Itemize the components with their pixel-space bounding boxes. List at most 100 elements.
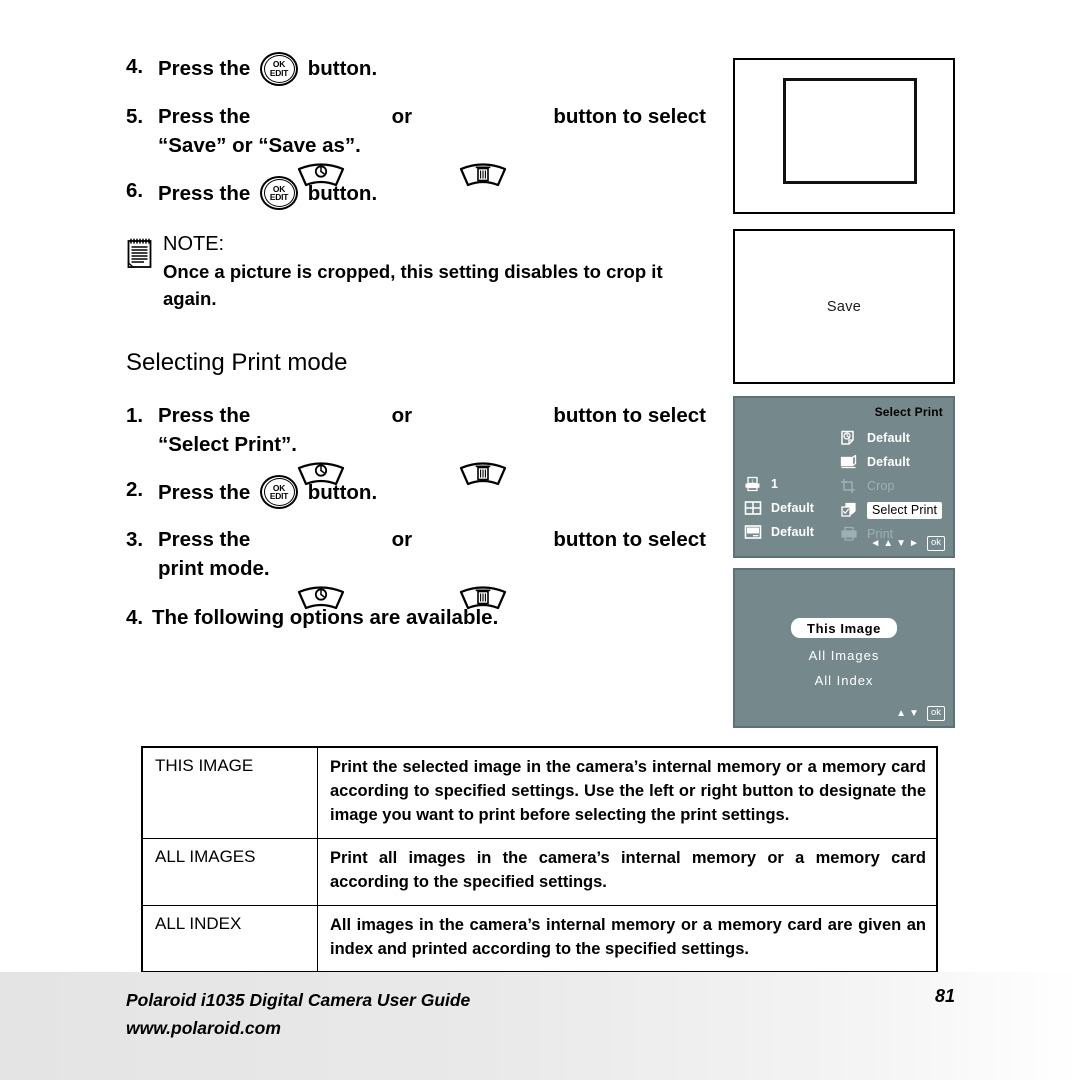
menu-item-label-selected: Select Print bbox=[867, 501, 943, 519]
save-screen: Save bbox=[733, 229, 955, 384]
self-timer-button-icon bbox=[295, 103, 347, 186]
step-text-pre: Press the bbox=[158, 105, 256, 128]
ok-edit-button-icon: OK EDIT bbox=[260, 52, 298, 86]
self-timer-button-icon bbox=[295, 401, 347, 485]
step-text-pre: Press the bbox=[158, 528, 256, 552]
note-body: NOTE: Once a picture is cropped, this se… bbox=[163, 232, 706, 313]
print-mode-option-this-image[interactable]: This Image bbox=[735, 618, 953, 648]
menu-item-label: Crop bbox=[867, 479, 895, 493]
step-body: Press the OK EDIT button. bbox=[158, 52, 706, 86]
step-text-pre: Press the bbox=[158, 181, 256, 205]
nav-ok-badge: ok bbox=[926, 536, 945, 551]
menu-item-paper-size[interactable]: Default bbox=[839, 450, 955, 474]
step-text-post: button to select bbox=[547, 105, 706, 128]
delete-button-icon bbox=[457, 401, 509, 485]
step-body: Press the or bbox=[158, 401, 706, 485]
instructions-column: 4. Press the OK EDIT button. 5. Press th… bbox=[126, 52, 706, 648]
step-text-line2: “Save” or “Save as”. bbox=[158, 134, 361, 158]
nav-up-arrow-icon: ▲ bbox=[896, 707, 907, 719]
menu-title: Select Print bbox=[874, 405, 943, 419]
delete-button-icon bbox=[457, 526, 509, 609]
quality-icon bbox=[839, 430, 859, 447]
step-text-line2: “Select Print”. bbox=[158, 432, 297, 456]
nav-up-arrow-icon: ▲ bbox=[883, 537, 894, 549]
save-screen-label: Save bbox=[826, 298, 862, 315]
menu-right-column: Default Default Crop Select Print Print bbox=[839, 426, 955, 546]
nav-left-arrow-icon: ◄ bbox=[870, 537, 881, 549]
status-date-value: Default bbox=[771, 525, 815, 539]
menu-navigation-hints: ◄ ▲ ▼ ► ok bbox=[870, 536, 945, 551]
nav-down-arrow-icon: ▼ bbox=[909, 707, 919, 719]
crop-frame bbox=[783, 78, 917, 184]
page-number: 81 bbox=[934, 986, 955, 1006]
ok-edit-button-icon: OK EDIT bbox=[260, 475, 298, 510]
step-text-mid: or bbox=[385, 105, 418, 128]
print-mode-label-selected: This Image bbox=[791, 618, 897, 638]
step-number: 4. bbox=[126, 606, 144, 630]
table-cell-description: Print the selected image in the camera’s… bbox=[317, 746, 938, 839]
footer-guide-title: Polaroid i1035 Digital Camera User Guide bbox=[126, 990, 471, 1010]
table-cell-description: All images in the camera’s internal memo… bbox=[317, 904, 938, 973]
step-number: 4. bbox=[126, 55, 144, 78]
section-heading: Selecting Print mode bbox=[126, 348, 348, 376]
step-body: Press the or bbox=[158, 102, 706, 186]
print-mode-screen: This Image All Images All Index ▲ ▼ ok bbox=[733, 568, 955, 728]
step-text-post: button to select bbox=[547, 528, 706, 552]
table-cell-key: THIS IMAGE bbox=[141, 746, 318, 839]
nav-right-arrow-icon: ► bbox=[909, 537, 919, 549]
step-text-line2: print mode. bbox=[158, 557, 270, 581]
print-mode-navigation-hints: ▲ ▼ ok bbox=[896, 706, 945, 721]
table-row: THIS IMAGE Print the selected image in t… bbox=[141, 746, 938, 839]
step-crop-5: 5. Press the or button to select “Save” … bbox=[126, 102, 706, 186]
screen-mockups-column: Save Select Print Default Default Crop S… bbox=[733, 58, 955, 728]
table-cell-key: ALL IMAGES bbox=[141, 837, 318, 906]
step-print-1: 1. Press the or button to select “Select… bbox=[126, 401, 706, 485]
note-block: NOTE: Once a picture is cropped, this se… bbox=[126, 232, 706, 313]
menu-item-label: Default bbox=[867, 455, 911, 469]
menu-item-quality[interactable]: Default bbox=[839, 426, 955, 450]
status-copies: 1 1 bbox=[743, 472, 839, 496]
print-mode-option-all-index[interactable]: All Index bbox=[735, 673, 953, 688]
step-print-2: 2. Press the OK EDIT button. bbox=[126, 475, 706, 510]
menu-item-label: Default bbox=[867, 431, 911, 445]
step-print-3: 3. Press the or button to select print m… bbox=[126, 525, 706, 609]
step-number: 1. bbox=[126, 403, 144, 427]
select-print-icon bbox=[839, 502, 859, 519]
svg-text:1: 1 bbox=[751, 478, 754, 483]
copies-printer-icon: 1 bbox=[743, 476, 763, 493]
step-body: Press the or bbox=[158, 525, 706, 609]
step-text-pre: Press the bbox=[158, 403, 256, 427]
date-stamp-icon bbox=[743, 524, 763, 541]
table-row: ALL IMAGES Print all images in the camer… bbox=[141, 837, 938, 906]
step-print-4: 4. The following options are available. bbox=[126, 603, 706, 632]
nav-down-arrow-icon: ▼ bbox=[896, 537, 907, 549]
step-body: Press the OK EDIT button. bbox=[158, 475, 706, 510]
print-options-table: THIS IMAGE Print the selected image in t… bbox=[141, 746, 938, 974]
step-text-mid: or bbox=[385, 403, 418, 427]
crop-icon bbox=[839, 478, 859, 495]
status-date-stamp: Default bbox=[743, 520, 839, 544]
print-icon bbox=[839, 526, 859, 543]
menu-item-select-print[interactable]: Select Print bbox=[839, 498, 955, 522]
step-number: 6. bbox=[126, 179, 144, 203]
step-text-post: button to select bbox=[547, 403, 706, 427]
footer-website: www.polaroid.com bbox=[126, 1018, 281, 1039]
menu-item-crop[interactable]: Crop bbox=[839, 474, 955, 498]
menu-left-column: 1 1 Default Default bbox=[743, 472, 839, 544]
step-text-post: button. bbox=[302, 57, 378, 81]
step-text: The following options are available. bbox=[152, 606, 499, 630]
status-layout: Default bbox=[743, 496, 839, 520]
print-mode-option-all-images[interactable]: All Images bbox=[735, 648, 953, 663]
table-row: ALL INDEX All images in the camera’s int… bbox=[141, 904, 938, 973]
table-cell-key: ALL INDEX bbox=[141, 904, 318, 973]
table-cell-description: Print all images in the camera’s interna… bbox=[317, 837, 938, 906]
footer-text: Polaroid i1035 Digital Camera User Guide… bbox=[126, 986, 470, 1043]
page-footer: Polaroid i1035 Digital Camera User Guide… bbox=[0, 972, 1080, 1080]
step-text-mid: or bbox=[385, 528, 418, 552]
print-mode-list: This Image All Images All Index bbox=[735, 618, 953, 698]
layout-grid-icon bbox=[743, 500, 763, 517]
nav-ok-badge: ok bbox=[926, 706, 945, 721]
notepad-icon bbox=[126, 237, 153, 269]
paper-size-icon bbox=[839, 454, 859, 471]
manual-page: 4. Press the OK EDIT button. 5. Press th… bbox=[0, 0, 1080, 1080]
